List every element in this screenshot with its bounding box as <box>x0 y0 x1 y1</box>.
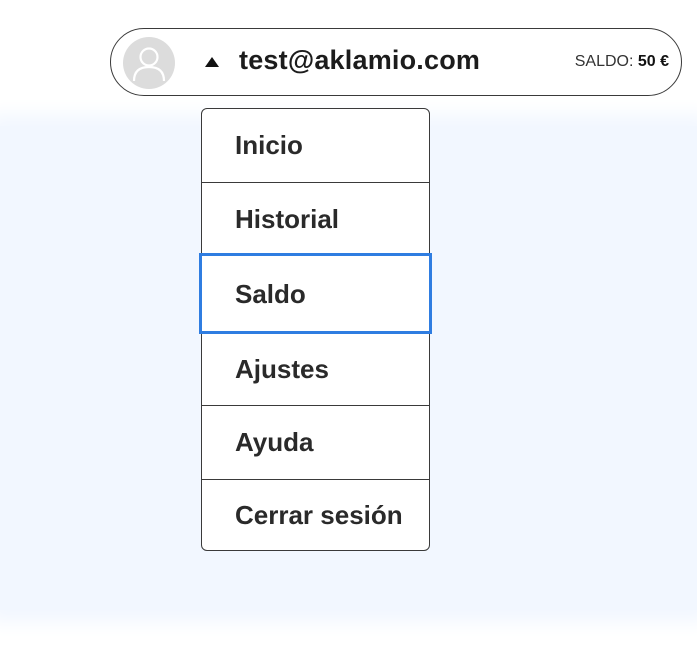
balance-label: SALDO: <box>574 53 634 70</box>
account-email: test@aklamio.com <box>239 45 481 75</box>
page: test@aklamio.com SALDO: 50 € Inicio Hist… <box>0 0 697 648</box>
menu-item-inicio[interactable]: Inicio <box>202 109 429 182</box>
menu-item-cerrar-sesion[interactable]: Cerrar sesión <box>202 479 429 550</box>
menu-item-ayuda[interactable]: Ayuda <box>202 405 429 479</box>
account-dropdown-toggle[interactable]: test@aklamio.com SALDO: 50 € <box>110 28 682 96</box>
account-menu: Inicio Historial Saldo Ajustes Ayuda Cer… <box>199 108 432 551</box>
user-avatar-icon <box>123 37 175 89</box>
menu-item-saldo[interactable]: Saldo <box>199 253 432 334</box>
balance-display: SALDO: 50 € <box>575 53 669 71</box>
caret-up-icon <box>205 57 219 67</box>
menu-item-historial[interactable]: Historial <box>202 182 429 255</box>
balance-amount: 50 € <box>637 53 669 70</box>
menu-item-ajustes[interactable]: Ajustes <box>202 332 429 405</box>
